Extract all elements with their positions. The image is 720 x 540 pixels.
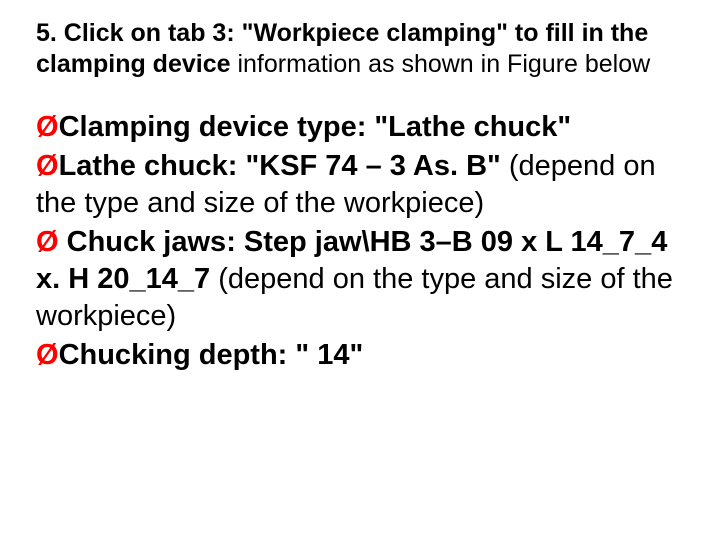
- bullet-value: : " 14": [278, 339, 364, 371]
- bullet-lathe-chuck: ØLathe chuck: "KSF 74 – 3 As. B" (depend…: [36, 148, 684, 222]
- bullet-value: : "Lathe chuck": [357, 111, 571, 143]
- arrow-icon: Ø: [36, 226, 59, 258]
- bullet-label: Chucking depth: [59, 339, 278, 371]
- bullet-label: Lathe chuck: [59, 150, 228, 182]
- step-instruction: 5. Click on tab 3: "Workpiece clamping" …: [36, 18, 684, 81]
- bullet-label: Clamping device type: [59, 111, 357, 143]
- arrow-icon: Ø: [36, 150, 59, 182]
- bullet-clamping-device-type: ØClamping device type: "Lathe chuck": [36, 109, 684, 146]
- bullet-value-bold: : "KSF 74 – 3 As. B": [228, 150, 501, 182]
- arrow-icon: Ø: [36, 339, 59, 371]
- bullet-label: Chuck jaws: [59, 226, 227, 258]
- bullet-chuck-jaws: Ø Chuck jaws: Step jaw\HB 3–B 09 x L 14_…: [36, 224, 684, 335]
- bullet-list: ØClamping device type: "Lathe chuck" ØLa…: [36, 109, 684, 375]
- slide-content: 5. Click on tab 3: "Workpiece clamping" …: [0, 0, 720, 394]
- step-instruction-rest: information as shown in Figure below: [231, 50, 651, 78]
- arrow-icon: Ø: [36, 111, 59, 143]
- bullet-chucking-depth: ØChucking depth: " 14": [36, 337, 684, 374]
